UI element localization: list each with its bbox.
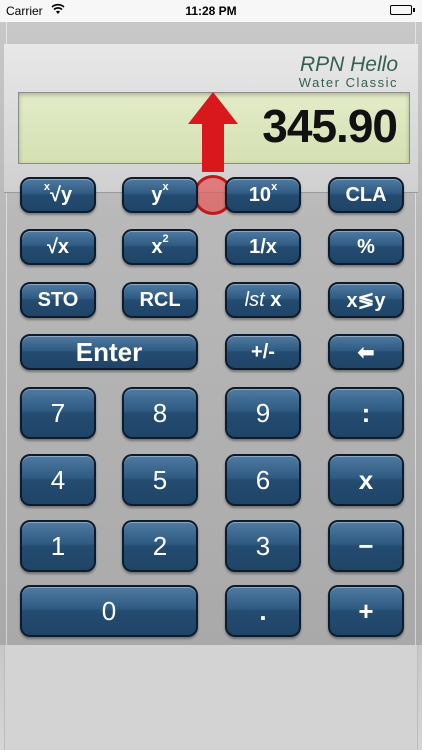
bottom-strip: [4, 645, 418, 750]
digit-1-button[interactable]: 1: [20, 520, 96, 572]
display-panel: RPN Hello Water Classic 345.90: [4, 44, 418, 215]
x-squared-button[interactable]: x2: [122, 229, 198, 265]
digit-6-button[interactable]: 6: [225, 454, 301, 506]
decimal-button[interactable]: .: [225, 585, 301, 637]
digit-7-button[interactable]: 7: [20, 387, 96, 439]
cla-button[interactable]: CLA: [328, 177, 404, 213]
brand-title: RPN Hello: [299, 53, 398, 76]
change-sign-button[interactable]: +/-: [225, 334, 301, 370]
digit-5-button[interactable]: 5: [122, 454, 198, 506]
brand-subtitle: Water Classic: [298, 75, 398, 90]
brand: RPN Hello Water Classic: [299, 54, 398, 90]
swap-xy-button[interactable]: x≶y: [328, 282, 404, 318]
sto-button[interactable]: STO: [20, 282, 96, 318]
up-arrow-icon: [188, 92, 238, 172]
digit-8-button[interactable]: 8: [122, 387, 198, 439]
digit-4-button[interactable]: 4: [20, 454, 96, 506]
digit-2-button[interactable]: 2: [122, 520, 198, 572]
digit-0-button[interactable]: 0: [20, 585, 198, 637]
backspace-arrow-icon: ⬅: [357, 341, 375, 364]
percent-button[interactable]: %: [328, 229, 404, 265]
digit-3-button[interactable]: 3: [225, 520, 301, 572]
multiply-button[interactable]: x: [328, 454, 404, 506]
bottom-panel: [0, 645, 422, 750]
last-x-button[interactable]: lst x: [225, 282, 301, 318]
sqrt-x-button[interactable]: √x: [20, 229, 96, 265]
y-power-x-button[interactable]: yx: [122, 177, 198, 213]
ten-power-x-button[interactable]: 10x: [225, 177, 301, 213]
status-bar: Carrier 11:28 PM: [0, 0, 422, 22]
battery-icon: [390, 5, 415, 15]
plus-button[interactable]: +: [328, 585, 404, 637]
minus-button[interactable]: −: [328, 520, 404, 572]
display-value: 345.90: [262, 100, 398, 152]
rcl-button[interactable]: RCL: [122, 282, 198, 318]
calculator-face: RPN Hello Water Classic 345.90 x√y yx 10…: [0, 22, 422, 645]
root-y-x-button[interactable]: x√y: [20, 177, 96, 213]
digit-9-button[interactable]: 9: [225, 387, 301, 439]
divide-button[interactable]: :: [328, 387, 404, 439]
clock: 11:28 PM: [185, 4, 237, 18]
enter-button[interactable]: Enter: [20, 334, 198, 370]
reciprocal-button[interactable]: 1/x: [225, 229, 301, 265]
backspace-button[interactable]: ⬅: [328, 334, 404, 370]
